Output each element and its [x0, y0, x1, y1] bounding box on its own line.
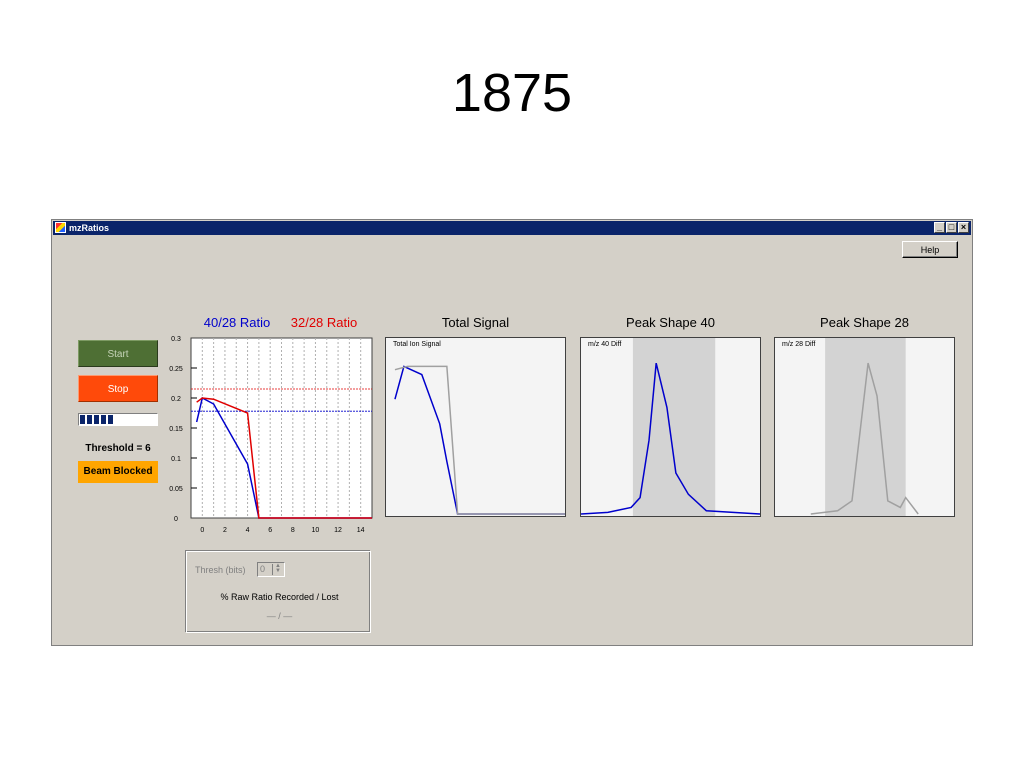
- close-button[interactable]: ×: [958, 222, 969, 233]
- minimize-button[interactable]: _: [934, 222, 945, 233]
- beam-status-badge: Beam Blocked: [78, 461, 158, 483]
- y-tick-label: 0.2: [171, 396, 181, 403]
- y-tick-label: 0.05: [169, 486, 183, 493]
- total-signal-label: Total Ion Signal: [393, 341, 441, 348]
- start-button[interactable]: Start: [78, 340, 158, 367]
- y-tick-label: 0.15: [169, 426, 183, 433]
- peak-shape-40-title: Peak Shape 40: [626, 315, 715, 330]
- thresh-spinner[interactable]: 0 ▲ ▼: [257, 562, 285, 577]
- record-label: % Raw Ratio Recorded / Lost: [220, 592, 339, 602]
- thresh-group: Thresh (bits) 0 ▲ ▼ % Raw Ratio Recorded …: [186, 551, 371, 633]
- signal-line-0: [394, 365, 565, 515]
- peak-shape-28-panel: m/z 28 Diff: [774, 337, 955, 517]
- title-bar[interactable]: mzRatios _ □ ×: [53, 221, 971, 235]
- spinner-arrows-icon[interactable]: ▲ ▼: [272, 563, 283, 575]
- x-tick-label: 4: [246, 527, 250, 534]
- x-tick-label: 12: [334, 527, 342, 534]
- shaded-region: [632, 338, 716, 516]
- progress-bar: [78, 413, 158, 426]
- x-tick-label: 10: [312, 527, 320, 534]
- threshold-label: Threshold = 6: [85, 443, 151, 454]
- app-icon: [55, 222, 66, 233]
- peak-shape-40-panel: m/z 40 Diff: [580, 337, 761, 517]
- peak-shape-40-label: m/z 40 Diff: [588, 341, 622, 348]
- progress-fill: [80, 415, 115, 424]
- legend-ratio-32-28: 32/28 Ratio: [290, 315, 358, 330]
- x-tick-label: 6: [268, 527, 272, 534]
- y-tick-label: 0.1: [171, 456, 181, 463]
- y-tick-label: 0: [174, 516, 178, 523]
- record-value: — / —: [266, 611, 293, 621]
- peak-shape-40-plot: [581, 338, 760, 516]
- total-signal-panel: Total Ion Signal: [385, 337, 566, 517]
- thresh-label: Thresh (bits): [195, 565, 246, 575]
- window-title: mzRatios: [69, 223, 110, 233]
- y-tick-label: 0.3: [171, 336, 181, 343]
- window-controls: _ □ ×: [934, 222, 969, 233]
- peak-shape-28-label: m/z 28 Diff: [782, 341, 816, 348]
- legend-ratio-40-28: 40/28 Ratio: [203, 315, 271, 330]
- total-signal-plot: [394, 365, 565, 515]
- signal-line-1: [394, 365, 565, 515]
- x-tick-label: 0: [200, 527, 204, 534]
- x-tick-label: 14: [357, 527, 365, 534]
- slide-title: 1875: [451, 63, 573, 123]
- app-window: mzRatios _ □ × Help Start Stop Threshold…: [51, 219, 973, 646]
- peak-shape-28-title: Peak Shape 28: [820, 315, 909, 330]
- shaded-region: [825, 338, 906, 516]
- maximize-button[interactable]: □: [946, 222, 957, 233]
- x-tick-label: 2: [223, 527, 227, 534]
- thresh-value: 0: [260, 564, 266, 574]
- y-tick-label: 0.25: [169, 366, 183, 373]
- total-signal-title: Total Signal: [441, 315, 510, 330]
- x-tick-label: 8: [291, 527, 295, 534]
- peak-shape-28-plot: [810, 338, 919, 516]
- stop-button[interactable]: Stop: [78, 375, 158, 402]
- ratio-chart: 0 0.05 0.1 0.15 0.2 0.25 0.3 0 2 4 6 8 10 12 14: [169, 336, 373, 534]
- help-button[interactable]: Help: [902, 241, 958, 258]
